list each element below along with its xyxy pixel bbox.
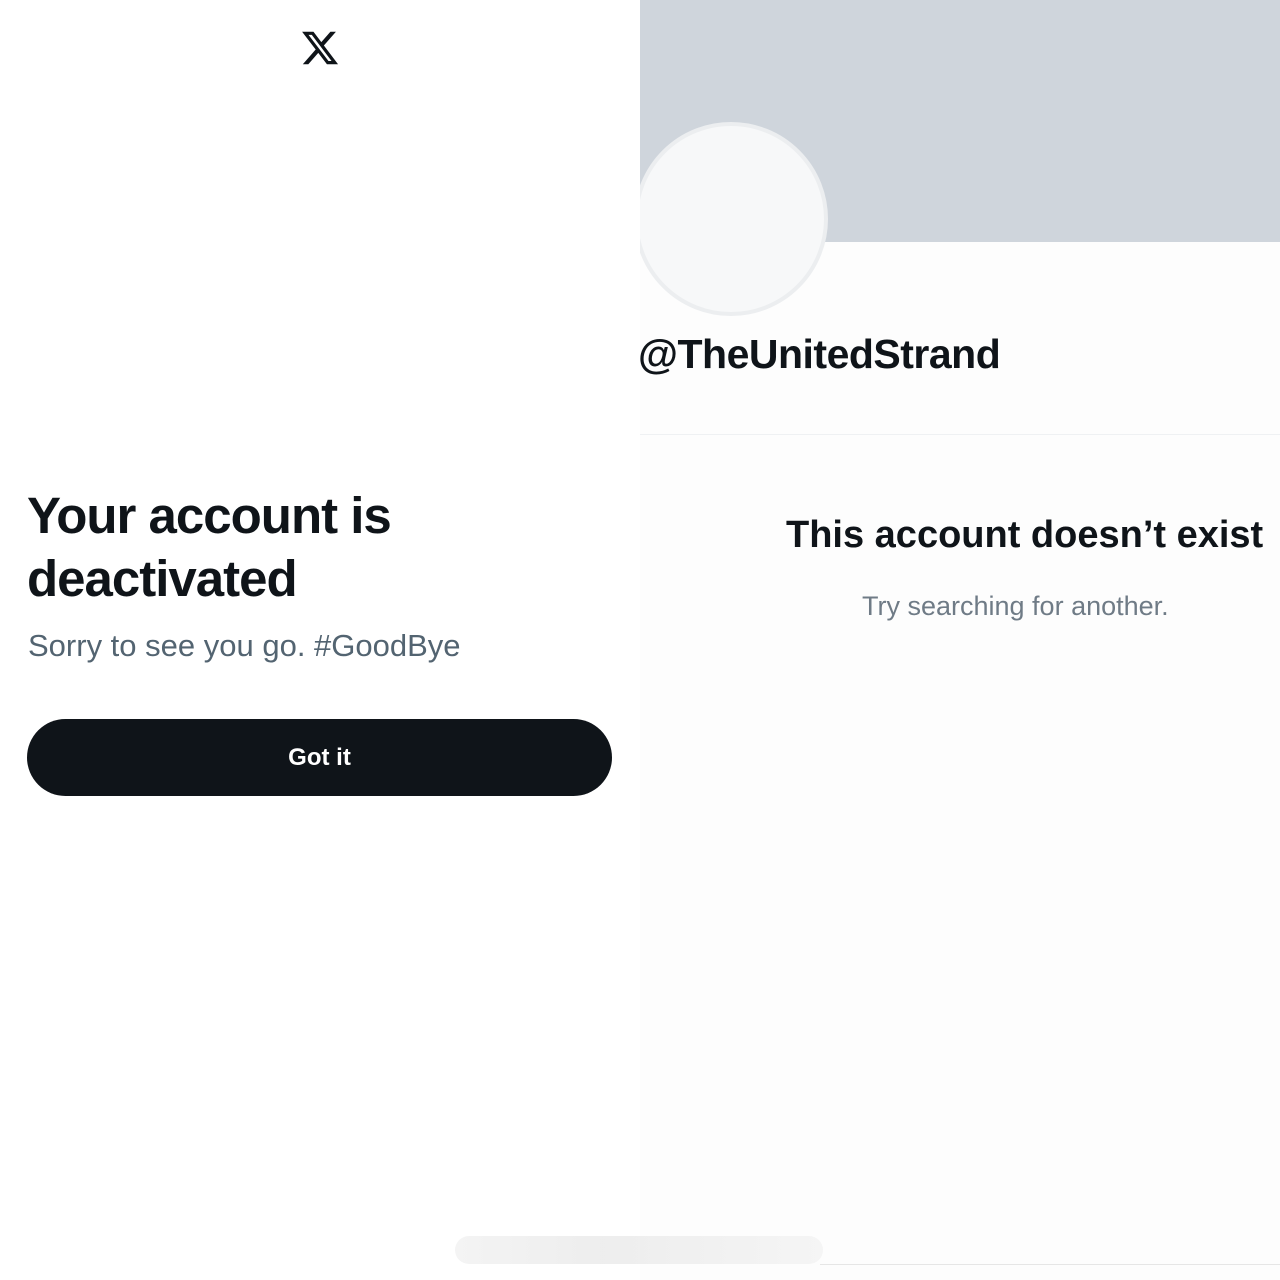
deactivated-subtitle: Sorry to see you go. #GoodBye [28,628,461,663]
account-not-exist-subtitle: Try searching for another. [862,591,1169,621]
deactivated-panel: Your account is deactivated Sorry to see… [0,0,640,1280]
profile-handle: @TheUnitedStrand [640,331,1001,377]
watermark-bar [455,1236,823,1264]
divider [640,434,1280,435]
deactivated-title: Your account is deactivated [27,487,392,607]
account-not-exist-title: This account doesn’t exist [786,514,1264,556]
profile-panel: @TheUnitedStrand This account doesn’t ex… [640,0,1280,1280]
avatar [640,122,828,316]
got-it-button[interactable]: Got it [27,719,612,796]
x-logo-icon [300,28,340,68]
bottom-divider [820,1264,1280,1265]
screenshot-canvas: Your account is deactivated Sorry to see… [0,0,1280,1280]
